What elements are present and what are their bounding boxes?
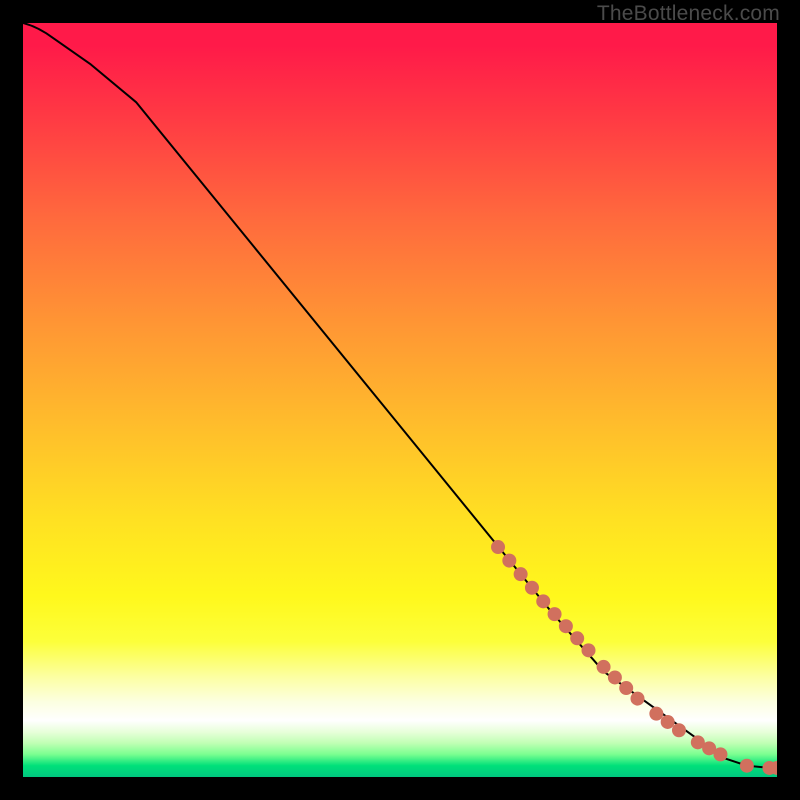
highlight-point <box>502 554 516 568</box>
highlight-point <box>548 607 562 621</box>
chart-frame: TheBottleneck.com <box>0 0 800 800</box>
highlight-point <box>582 643 596 657</box>
highlight-point <box>649 707 663 721</box>
highlight-point <box>713 747 727 761</box>
highlight-point <box>740 759 754 773</box>
highlight-point <box>514 567 528 581</box>
chart-svg <box>23 23 777 777</box>
highlight-point <box>597 660 611 674</box>
highlight-point <box>491 540 505 554</box>
highlight-point <box>619 681 633 695</box>
curve-path <box>23 23 777 768</box>
highlight-point <box>570 631 584 645</box>
highlight-point <box>672 723 686 737</box>
curve-line <box>23 23 777 768</box>
highlight-point <box>525 581 539 595</box>
highlight-point <box>631 692 645 706</box>
highlight-point <box>608 670 622 684</box>
plot-area <box>23 23 777 777</box>
highlight-points <box>491 540 777 775</box>
highlight-point <box>559 619 573 633</box>
highlight-point <box>661 715 675 729</box>
highlight-point <box>536 594 550 608</box>
